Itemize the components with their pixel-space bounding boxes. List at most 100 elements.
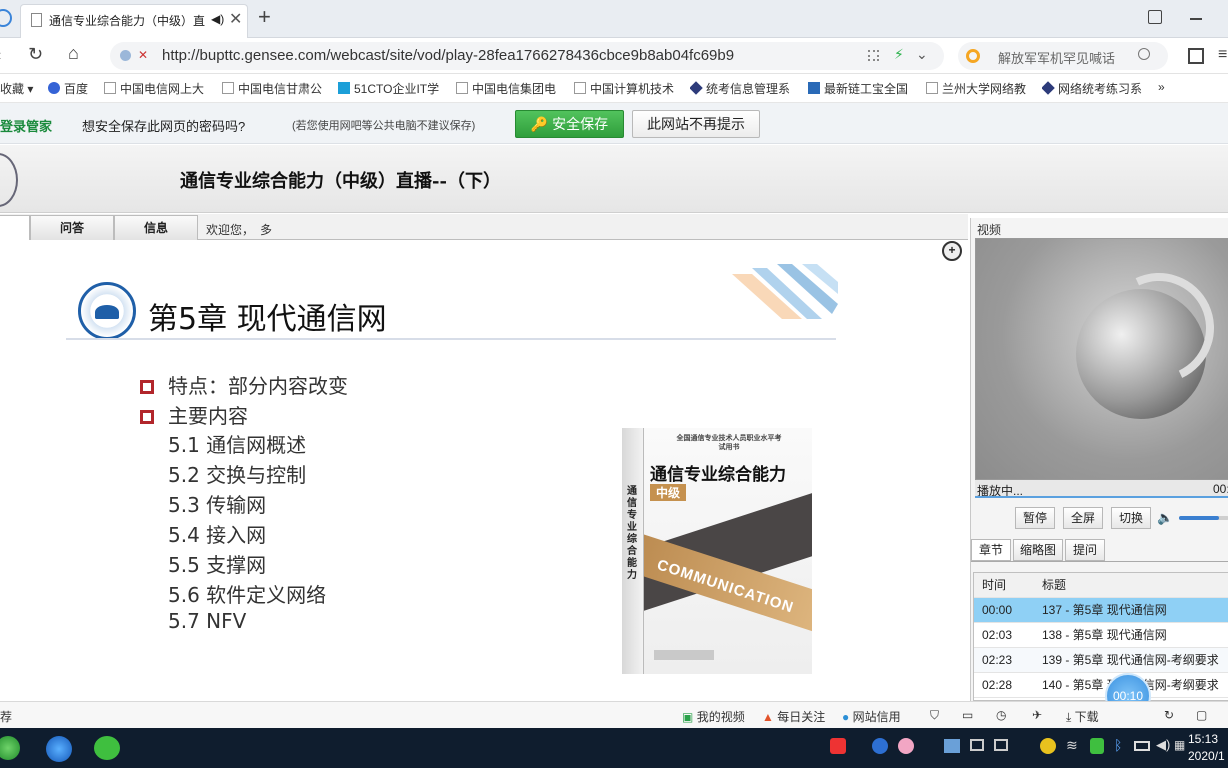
zoom-in-icon[interactable]: + xyxy=(942,241,962,261)
daily-link[interactable]: ▲ 每日关注 xyxy=(762,708,825,725)
blocked-icon[interactable]: ✕ xyxy=(138,48,148,62)
tray-monitor-icon[interactable] xyxy=(970,739,984,751)
bookmark-item[interactable]: 中国计算机技术 xyxy=(574,80,678,98)
bookmark-item[interactable]: 统考信息管理系 xyxy=(690,80,794,98)
url-text[interactable]: http://bupttc.gensee.com/webcast/site/vo… xyxy=(162,47,734,64)
slide-area: + 第5章 现代通信网 特点：部分内容改变 主要内容 5.1 通信网概述 5.2… xyxy=(0,240,968,701)
start-button-icon[interactable] xyxy=(0,736,20,760)
credit-link[interactable]: ● 网站信用 xyxy=(842,708,901,725)
home-icon[interactable]: ⌂ xyxy=(68,43,79,64)
search-engine-icon[interactable] xyxy=(966,49,980,63)
window-icon[interactable]: ▢ xyxy=(1196,708,1207,722)
tray-wifi-icon[interactable]: ≋ xyxy=(1066,737,1078,754)
tray-flash-icon[interactable] xyxy=(872,738,888,754)
secure-save-button[interactable]: 🔑 安全保存 xyxy=(515,110,624,138)
page-header: 通信专业综合能力（中级）直播--（下） xyxy=(0,145,1228,213)
apps-grid-icon[interactable] xyxy=(1188,48,1204,64)
progress-track[interactable] xyxy=(975,496,1228,498)
history-icon[interactable]: ◷ xyxy=(996,708,1006,722)
browser-logo-icon[interactable] xyxy=(0,9,12,27)
browser-tab-active[interactable]: 通信专业综合能力（中级）直 ◀) ✕ xyxy=(20,4,248,38)
minimize-icon[interactable] xyxy=(1190,18,1202,20)
tray-security-icon[interactable] xyxy=(1090,738,1104,754)
university-logo-icon xyxy=(0,153,18,207)
refresh-icon[interactable]: ↻ xyxy=(28,44,43,65)
table-row[interactable]: 00:00 137 - 第5章 现代通信网 xyxy=(974,598,1228,623)
tray-bluetooth-icon[interactable]: ᛒ xyxy=(1114,737,1122,753)
url-bar[interactable]: ✕ http://bupttc.gensee.com/webcast/site/… xyxy=(110,42,944,70)
password-manager-brand: 登录管家 xyxy=(0,119,53,134)
tab-thumbnails[interactable]: 缩略图 xyxy=(1013,539,1063,561)
never-remind-button[interactable]: 此网站不再提示 xyxy=(632,110,760,138)
table-row[interactable]: 02:28 140 - 第5章 现代通信网-考纲要求 xyxy=(974,673,1228,698)
switch-button[interactable]: 切换 xyxy=(1111,507,1151,529)
clock-time[interactable]: 15:13 xyxy=(1188,732,1218,746)
close-tab-icon[interactable]: ✕ xyxy=(229,9,242,29)
taskbar-app-browser-icon[interactable] xyxy=(46,736,72,762)
bullet-square-icon xyxy=(140,380,154,394)
download-link[interactable]: ⤓ 下载 xyxy=(1066,708,1099,725)
player-tabs: 章节 缩略图 提问 xyxy=(971,538,1228,562)
book-spine: 通信专业综合能力 xyxy=(622,428,644,674)
tray-display-icon[interactable] xyxy=(994,739,1008,751)
bullet-item: 主要内容 xyxy=(140,400,248,429)
tab-chapters[interactable]: 章节 xyxy=(971,539,1011,561)
bookmark-item[interactable]: 网络统考练习系 xyxy=(1042,80,1146,98)
bookmark-item[interactable]: 中国电信集团电 xyxy=(456,80,560,98)
back-icon[interactable]: ‹ xyxy=(0,47,1,65)
tray-volume-icon[interactable]: ◀) xyxy=(1156,737,1170,753)
bookmark-item[interactable]: 51CTO企业IT学 xyxy=(338,80,442,98)
table-row[interactable]: 02:03 138 - 第5章 现代通信网 xyxy=(974,623,1228,648)
password-save-bar: 登录管家 想安全保存此网页的密码吗? (若您使用网吧等公共电脑不建议保存) 🔑 … xyxy=(0,103,1228,144)
menu-icon[interactable]: ≡ xyxy=(1218,46,1227,64)
bupt-logo-icon xyxy=(78,282,136,340)
bookmark-item[interactable]: 最新链工宝全国 xyxy=(808,80,912,98)
search-input[interactable]: 解放军军机罕见喊话 xyxy=(998,48,1115,67)
search-box[interactable]: 解放军军机罕见喊话 xyxy=(958,42,1168,70)
playback-status-bar: 播放中... 00: xyxy=(975,480,1228,498)
tab-active[interactable] xyxy=(0,215,30,240)
new-tab-button[interactable]: + xyxy=(258,4,271,30)
security-icon[interactable] xyxy=(120,50,131,61)
taskbar-app-wechat-icon[interactable] xyxy=(94,736,120,760)
tray-network-icon[interactable] xyxy=(944,739,960,753)
lightning-icon[interactable]: ⚡ xyxy=(894,46,904,63)
bookmark-item[interactable]: 中国电信网上大 xyxy=(104,80,208,98)
shield-icon[interactable]: ⛉ xyxy=(930,708,939,723)
tray-input-method[interactable]: ▦ xyxy=(1174,738,1185,752)
volume-icon[interactable]: 🔈 xyxy=(1157,510,1173,526)
rocket-icon[interactable]: ✈ xyxy=(1032,708,1042,722)
bookmark-item[interactable]: 中国电信甘肃公 xyxy=(222,80,326,98)
bookmark-favorites[interactable]: 收藏 ▾ xyxy=(0,80,40,98)
table-row[interactable]: 02:23 139 - 第5章 现代通信网-考纲要求 xyxy=(974,648,1228,673)
audio-icon[interactable]: ◀) xyxy=(211,12,224,26)
video-frame[interactable] xyxy=(975,238,1228,480)
fullscreen-button[interactable]: 全屏 xyxy=(1063,507,1103,529)
search-icon[interactable] xyxy=(1138,48,1150,60)
tab-qa[interactable]: 问答 xyxy=(30,215,114,240)
pause-button[interactable]: 暂停 xyxy=(1015,507,1055,529)
tray-plus-icon[interactable] xyxy=(1040,738,1056,754)
page-title: 通信专业综合能力（中级）直播--（下） xyxy=(180,171,501,192)
video-icon: ▣ xyxy=(682,710,694,724)
my-video-link[interactable]: ▣ 我的视频 xyxy=(682,708,745,725)
qr-icon[interactable] xyxy=(868,50,879,61)
volume-slider[interactable] xyxy=(1179,516,1228,520)
bookmarks-more[interactable]: » xyxy=(1158,80,1178,98)
bookmark-item[interactable]: 兰州大学网络教 xyxy=(926,80,1030,98)
bookmark-baidu[interactable]: 百度 xyxy=(48,80,98,98)
tray-flower-icon[interactable] xyxy=(898,738,914,754)
refresh-small-icon[interactable]: ↻ xyxy=(1164,708,1174,722)
tray-battery-icon[interactable] xyxy=(1134,741,1150,751)
tray-sogou-icon[interactable] xyxy=(830,738,846,754)
tab-info[interactable]: 信息 xyxy=(114,215,198,240)
drop-icon: ● xyxy=(842,710,850,724)
browser-status-bar: 荐 ▣ 我的视频 ▲ 每日关注 ● 网站信用 ⛉ ▭ ◷ ✈ ⤓ 下载 ↻ ▢ xyxy=(0,701,1228,728)
clock-date[interactable]: 2020/1 xyxy=(1188,749,1225,763)
chevron-down-icon[interactable]: ⌄ xyxy=(916,46,928,63)
image-icon[interactable]: ▭ xyxy=(962,708,973,722)
shirt-icon[interactable] xyxy=(1148,10,1162,24)
status-left-text: 荐 xyxy=(0,710,13,724)
windows-taskbar: ≋ ᛒ ◀) ▦ 15:13 2020/1 xyxy=(0,728,1228,768)
tab-questions[interactable]: 提问 xyxy=(1065,539,1105,561)
